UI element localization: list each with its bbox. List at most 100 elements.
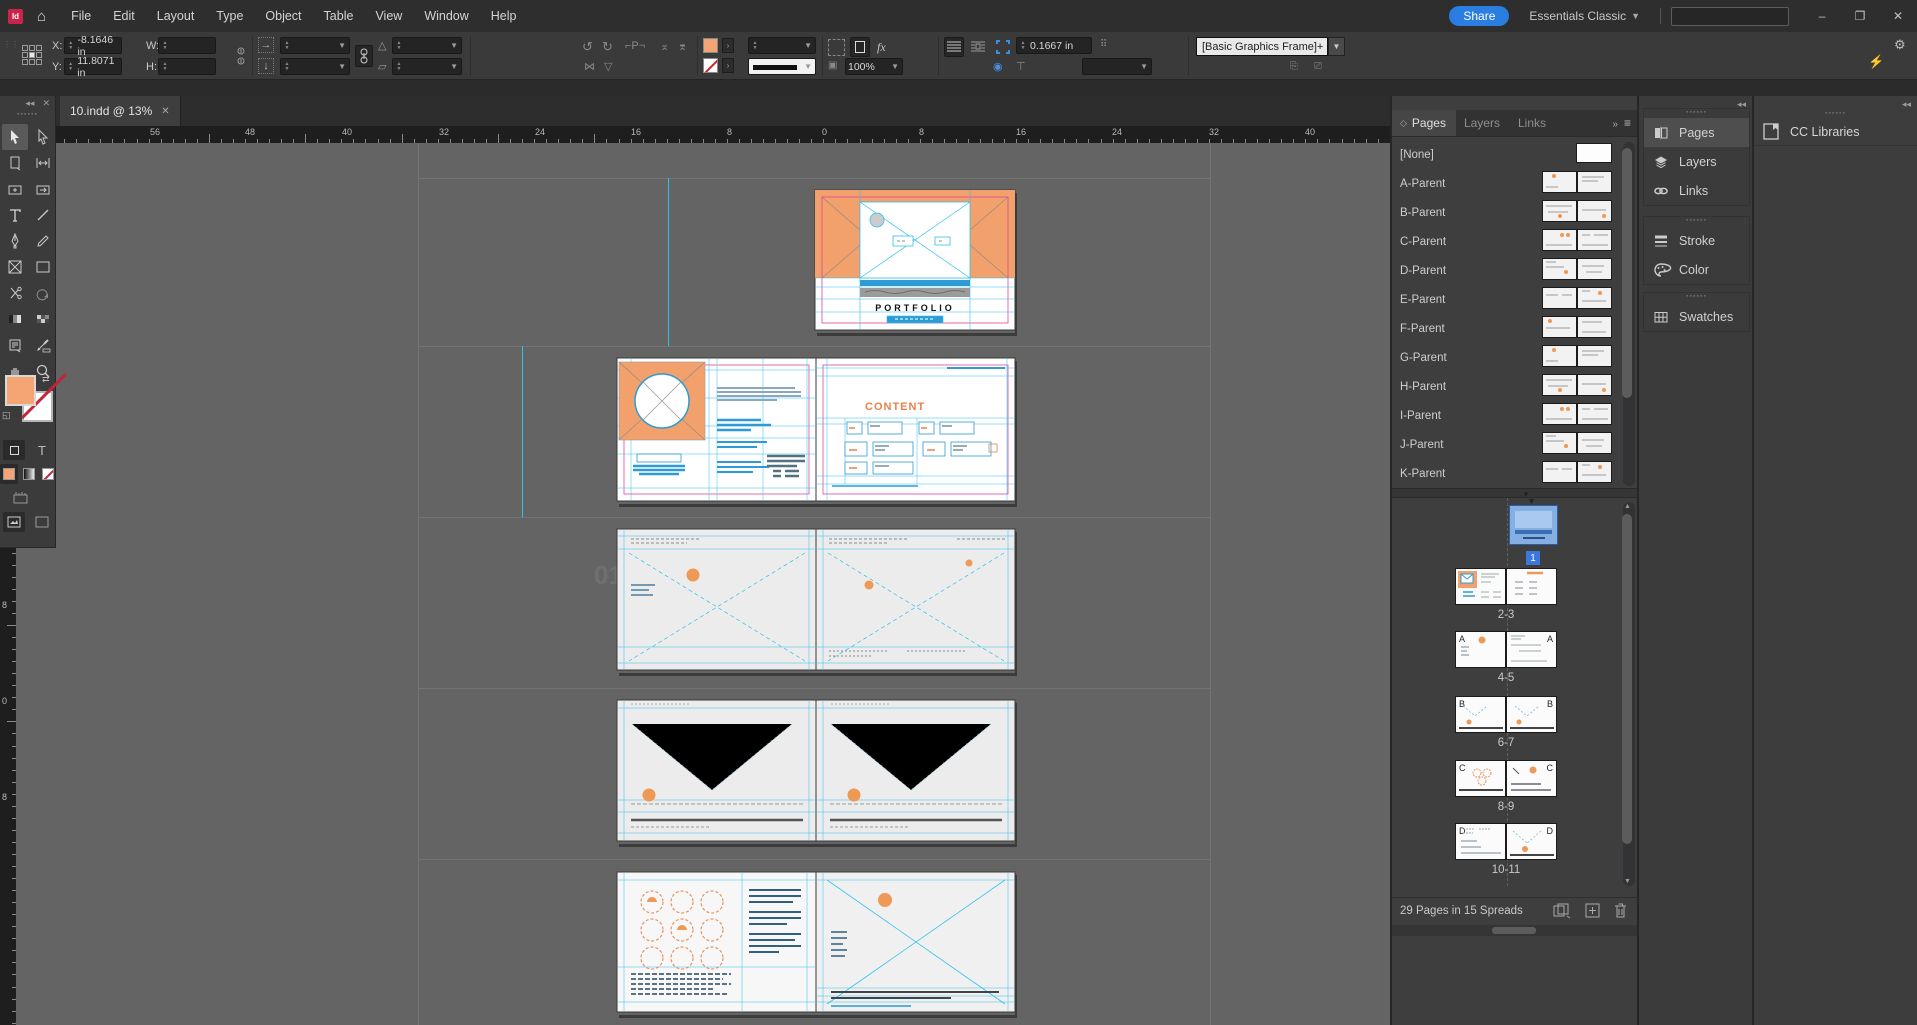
spread-6-7[interactable] bbox=[617, 700, 1015, 844]
effect-select-field[interactable]: ▼ bbox=[1082, 58, 1152, 75]
gap-tool[interactable] bbox=[30, 150, 56, 176]
dock-button-swatches[interactable]: Swatches bbox=[1644, 302, 1749, 331]
corner-shape-button[interactable] bbox=[850, 37, 870, 57]
scale-x-field[interactable]: ▲▼▼ bbox=[280, 37, 350, 54]
horizontal-scrollbar[interactable] bbox=[1392, 925, 1639, 936]
fit-frame-icon[interactable]: ⊤ bbox=[1016, 60, 1026, 73]
scale-y-field[interactable]: ▲▼▼ bbox=[280, 58, 350, 75]
fill-color-swatch[interactable] bbox=[5, 375, 36, 406]
panel-grip[interactable]: ▪▪▪▪▪▪ bbox=[0, 110, 55, 118]
new-page-button[interactable] bbox=[1585, 903, 1600, 918]
stroke-type-field[interactable]: ▼ bbox=[748, 58, 816, 75]
parent-page-none[interactable]: [None] bbox=[1392, 140, 1622, 169]
spread-1-cover[interactable]: PORTFOLIO bbox=[815, 190, 1015, 333]
page-thumbnail-1[interactable]: ▼ bbox=[1509, 505, 1558, 545]
dock-button-links[interactable]: Links bbox=[1644, 176, 1749, 205]
parent-page-h-parent[interactable]: H-Parent bbox=[1392, 372, 1622, 401]
home-icon[interactable]: ⌂ bbox=[37, 8, 46, 25]
type-tool[interactable] bbox=[2, 202, 28, 228]
tab-pages[interactable]: ◇Pages bbox=[1392, 110, 1456, 136]
content-placer-tool[interactable] bbox=[30, 176, 56, 202]
flip-h-icon[interactable]: ⋈ bbox=[584, 60, 595, 73]
spread-8-9[interactable] bbox=[617, 872, 1015, 1015]
more-tabs-icon[interactable]: » bbox=[1608, 113, 1622, 136]
formatting-affects-text-button[interactable]: T bbox=[31, 440, 53, 460]
clear-overrides-icon[interactable]: ⎚ bbox=[1314, 61, 1322, 72]
apply-none-button[interactable] bbox=[40, 464, 56, 484]
tab-layers[interactable]: Layers bbox=[1456, 110, 1510, 136]
screen-mode-normal-button[interactable] bbox=[3, 512, 25, 532]
dock-button-layers[interactable]: Layers bbox=[1644, 147, 1749, 176]
page-number-badge[interactable]: 1 bbox=[1526, 551, 1540, 565]
pencil-tool[interactable] bbox=[30, 228, 56, 254]
stroke-menu-button[interactable]: › bbox=[722, 58, 734, 73]
tab-links[interactable]: Links bbox=[1510, 110, 1556, 136]
close-panel-icon[interactable]: ✕ bbox=[42, 98, 50, 109]
parents-scrollbar[interactable] bbox=[1623, 142, 1635, 486]
share-button[interactable]: Share bbox=[1449, 6, 1509, 26]
eyedropper-tool[interactable] bbox=[30, 332, 56, 358]
parent-page-b-parent[interactable]: B-Parent bbox=[1392, 198, 1622, 227]
horizontal-ruler[interactable]: 56484032241680816243240 bbox=[16, 126, 1390, 143]
object-style-field[interactable]: [Basic Graphics Frame]+ bbox=[1196, 37, 1328, 56]
auto-fit-icon[interactable]: ◉ bbox=[993, 60, 1003, 73]
menu-table[interactable]: Table bbox=[313, 0, 365, 32]
parent-page-e-parent[interactable]: E-Parent bbox=[1392, 285, 1622, 314]
parent-page-j-parent[interactable]: J-Parent bbox=[1392, 430, 1622, 459]
gradient-tool[interactable] bbox=[2, 306, 28, 332]
h-field[interactable]: ▲▼ bbox=[158, 58, 216, 75]
scissors-tool[interactable] bbox=[2, 280, 28, 306]
parent-page-a-parent[interactable]: A-Parent bbox=[1392, 169, 1622, 198]
tab-close-icon[interactable]: ✕ bbox=[161, 106, 169, 117]
search-input[interactable] bbox=[1671, 7, 1789, 26]
rotate-cw-icon[interactable]: ↻ bbox=[602, 39, 613, 55]
parent-page-c-parent[interactable]: C-Parent bbox=[1392, 227, 1622, 256]
delete-page-button[interactable] bbox=[1614, 903, 1627, 918]
rotation-field[interactable]: ▲▼▼ bbox=[392, 37, 462, 54]
page-thumbnail-10-11[interactable]: DD bbox=[1455, 823, 1557, 860]
line-tool[interactable] bbox=[30, 202, 56, 228]
w-field[interactable]: ▲▼ bbox=[158, 37, 216, 54]
no-text-wrap-button[interactable] bbox=[944, 37, 964, 57]
gradient-feather-tool[interactable] bbox=[30, 306, 56, 332]
minimize-button[interactable]: – bbox=[1803, 0, 1841, 32]
rotate-ccw-icon[interactable]: ↺ bbox=[582, 39, 593, 55]
frame-tool[interactable] bbox=[2, 254, 28, 280]
constrain-dimensions-icon[interactable] bbox=[233, 46, 249, 66]
restore-button[interactable]: ❐ bbox=[1841, 0, 1879, 32]
corner-options-icon[interactable] bbox=[828, 39, 845, 56]
menu-view[interactable]: View bbox=[364, 0, 413, 32]
select-container-icon[interactable]: ⌐P¬ bbox=[625, 40, 645, 52]
edit-page-size-icon[interactable] bbox=[1553, 903, 1571, 918]
parent-page-i-parent[interactable]: I-Parent bbox=[1392, 401, 1622, 430]
cc-libraries-header[interactable]: CC Libraries bbox=[1754, 118, 1917, 146]
page-tool[interactable] bbox=[2, 150, 28, 176]
select-previous-icon[interactable]: ⌅ bbox=[660, 40, 669, 53]
gap-field[interactable]: ▲▼0.1667 in bbox=[1016, 37, 1092, 54]
dock-button-stroke[interactable]: Stroke bbox=[1644, 226, 1749, 255]
formatting-affects-container-button[interactable] bbox=[3, 440, 25, 460]
fill-swatch[interactable] bbox=[703, 38, 718, 53]
page-thumbnail-8-9[interactable]: CC bbox=[1455, 760, 1557, 797]
panel-splitter[interactable]: ▼ bbox=[1392, 488, 1639, 498]
apply-gradient-button[interactable] bbox=[21, 464, 37, 484]
page-thumbnail-2-3[interactable] bbox=[1455, 568, 1557, 605]
spread-4-5[interactable] bbox=[617, 529, 1015, 673]
screen-mode-preview-button[interactable] bbox=[31, 512, 53, 532]
free-transform-tool[interactable] bbox=[30, 280, 56, 306]
style-override-icon[interactable]: ⎘ bbox=[1290, 61, 1298, 72]
canvas[interactable]: 01 PORTFOLIO bbox=[0, 143, 1390, 1025]
collapse-cclib-icon[interactable]: ◂◂ bbox=[1902, 99, 1911, 110]
flip-horizontal-icon[interactable]: → bbox=[258, 37, 274, 53]
stroke-weight-field[interactable]: ▲▼▼ bbox=[748, 37, 816, 54]
rectangle-tool[interactable] bbox=[30, 254, 56, 280]
frame-fitting-icon[interactable] bbox=[995, 39, 1011, 55]
parent-page-f-parent[interactable]: F-Parent bbox=[1392, 314, 1622, 343]
reference-point-proxy[interactable] bbox=[22, 45, 42, 65]
menu-object[interactable]: Object bbox=[254, 0, 312, 32]
export-grid-icon[interactable] bbox=[12, 490, 30, 504]
y-field[interactable]: ▲▼11.8071 in bbox=[64, 58, 122, 75]
ruler-guide[interactable] bbox=[522, 346, 523, 517]
object-style-dropdown[interactable]: ▼ bbox=[1328, 37, 1345, 56]
direct-selection-tool[interactable] bbox=[30, 124, 56, 150]
